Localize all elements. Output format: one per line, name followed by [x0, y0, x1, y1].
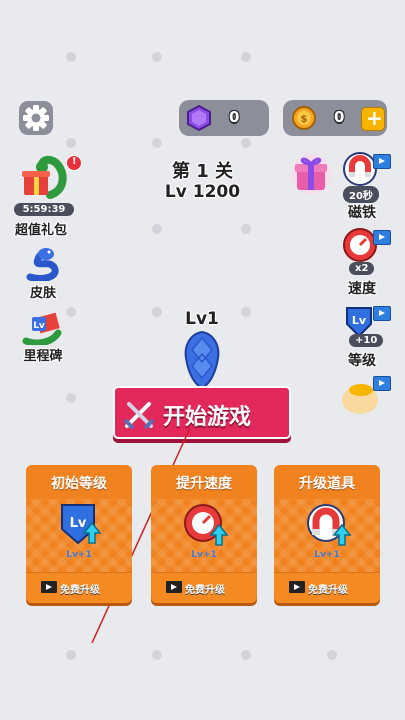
- milestone-icon: Lv: [22, 312, 62, 345]
- free-upgrade-button[interactable]: 免费升级: [26, 572, 132, 603]
- gem-count: 0: [229, 108, 240, 126]
- grid-dot: [241, 650, 251, 660]
- coin-count: 0: [334, 108, 345, 126]
- start-game-label: 开始游戏: [163, 405, 252, 430]
- grid-dot: [66, 138, 76, 148]
- stage-title: 第 1 关: [171, 161, 234, 182]
- grid-dot: [66, 393, 76, 403]
- upgrade-card-start-level: 初始等级 Lv Lv+1 免费升级: [26, 465, 132, 603]
- grid-dot: [152, 224, 162, 234]
- coin-boost-button[interactable]: [337, 376, 393, 420]
- video-ad-icon: [373, 376, 391, 391]
- free-upgrade-button[interactable]: 免费升级: [274, 572, 380, 603]
- grid-dot: [152, 650, 162, 660]
- upgrade-card-item: 升级道具 Lv+1 免费升级: [274, 465, 380, 603]
- player-snake: [184, 330, 220, 388]
- card-level-value: Lv+1: [66, 550, 92, 560]
- magnet-powerup-button[interactable]: 20秒 磁铁: [337, 152, 393, 224]
- magnet-badge: 20秒: [343, 186, 379, 203]
- magnet-label: 磁铁: [348, 205, 376, 221]
- grid-dot: [241, 138, 251, 148]
- gift-pack-icon: [22, 156, 67, 199]
- speed-label: 速度: [348, 281, 376, 297]
- card-level-value: Lv+1: [191, 550, 217, 560]
- coin-counter: $ 0 +: [283, 100, 387, 136]
- grid-dot: [152, 52, 162, 62]
- magnet-icon: [307, 504, 352, 546]
- milestone-button[interactable]: Lv 里程碑: [8, 311, 78, 365]
- grid-dot: [241, 224, 251, 234]
- video-ad-icon: [289, 581, 305, 593]
- magnet-icon: [343, 152, 377, 186]
- gift-pack-button[interactable]: ! 5:59:39 超值礼包: [8, 155, 82, 238]
- card-title: 初始等级: [51, 476, 107, 492]
- svg-text:Lv: Lv: [352, 314, 367, 327]
- gift-box-button[interactable]: [289, 152, 333, 196]
- svg-text:$: $: [301, 114, 308, 125]
- gem-counter: 0: [179, 100, 269, 136]
- milestone-label: 里程碑: [23, 349, 63, 364]
- card-title: 提升速度: [176, 476, 232, 492]
- video-ad-icon: [166, 581, 182, 593]
- gift-pack-timer: 5:59:39: [14, 203, 74, 216]
- start-game-button[interactable]: 开始游戏: [113, 386, 291, 439]
- video-ad-icon: [373, 306, 391, 321]
- grid-dot: [152, 138, 162, 148]
- speedometer-icon: [184, 504, 229, 546]
- coin-icon: $: [292, 106, 316, 130]
- video-ad-icon: [373, 230, 391, 245]
- gear-icon: [23, 105, 49, 131]
- grid-dot: [66, 52, 76, 62]
- gift-pack-label: 超值礼包: [14, 223, 67, 238]
- video-ad-icon: [373, 154, 391, 169]
- skins-label: 皮肤: [29, 286, 56, 301]
- grid-dot: [152, 307, 162, 317]
- add-coins-button[interactable]: +: [361, 106, 385, 131]
- notification-badge: !: [66, 155, 82, 171]
- gem-icon: [187, 104, 211, 132]
- level-badge: +10: [349, 334, 384, 347]
- svg-text:Lv: Lv: [33, 321, 45, 331]
- card-title: 升级道具: [299, 476, 355, 492]
- level-shield-icon: Lv: [61, 504, 102, 545]
- svg-text:Lv: Lv: [70, 516, 87, 531]
- level-powerup-button[interactable]: Lv +10 等级: [337, 304, 393, 376]
- free-upgrade-button[interactable]: 免费升级: [151, 572, 257, 603]
- card-level-value: Lv+1: [314, 550, 340, 560]
- free-upgrade-label: 免费升级: [308, 585, 348, 596]
- level-shield-icon: Lv: [346, 307, 372, 338]
- grid-dot: [327, 650, 337, 660]
- power-level: Lv 1200: [164, 182, 241, 202]
- grid-dot: [66, 650, 76, 660]
- player-level: Lv1: [185, 309, 219, 329]
- gift-box-icon: [291, 154, 331, 194]
- snake-skin-icon: [26, 248, 59, 281]
- upgrade-card-speed: 提升速度 Lv+1 免费升级: [151, 465, 257, 603]
- settings-button[interactable]: [19, 101, 53, 135]
- speed-powerup-button[interactable]: x2 速度: [337, 228, 393, 300]
- free-upgrade-label: 免费升级: [185, 585, 225, 596]
- video-ad-icon: [41, 581, 57, 593]
- grid-dot: [241, 52, 251, 62]
- free-upgrade-label: 免费升级: [60, 585, 100, 596]
- level-label: 等级: [348, 353, 376, 369]
- crossed-swords-icon: [123, 402, 155, 430]
- speed-badge: x2: [349, 262, 375, 275]
- grid-dot: [241, 307, 251, 317]
- speedometer-icon: [343, 228, 377, 262]
- plus-icon: +: [366, 106, 383, 130]
- skins-button[interactable]: 皮肤: [8, 247, 78, 301]
